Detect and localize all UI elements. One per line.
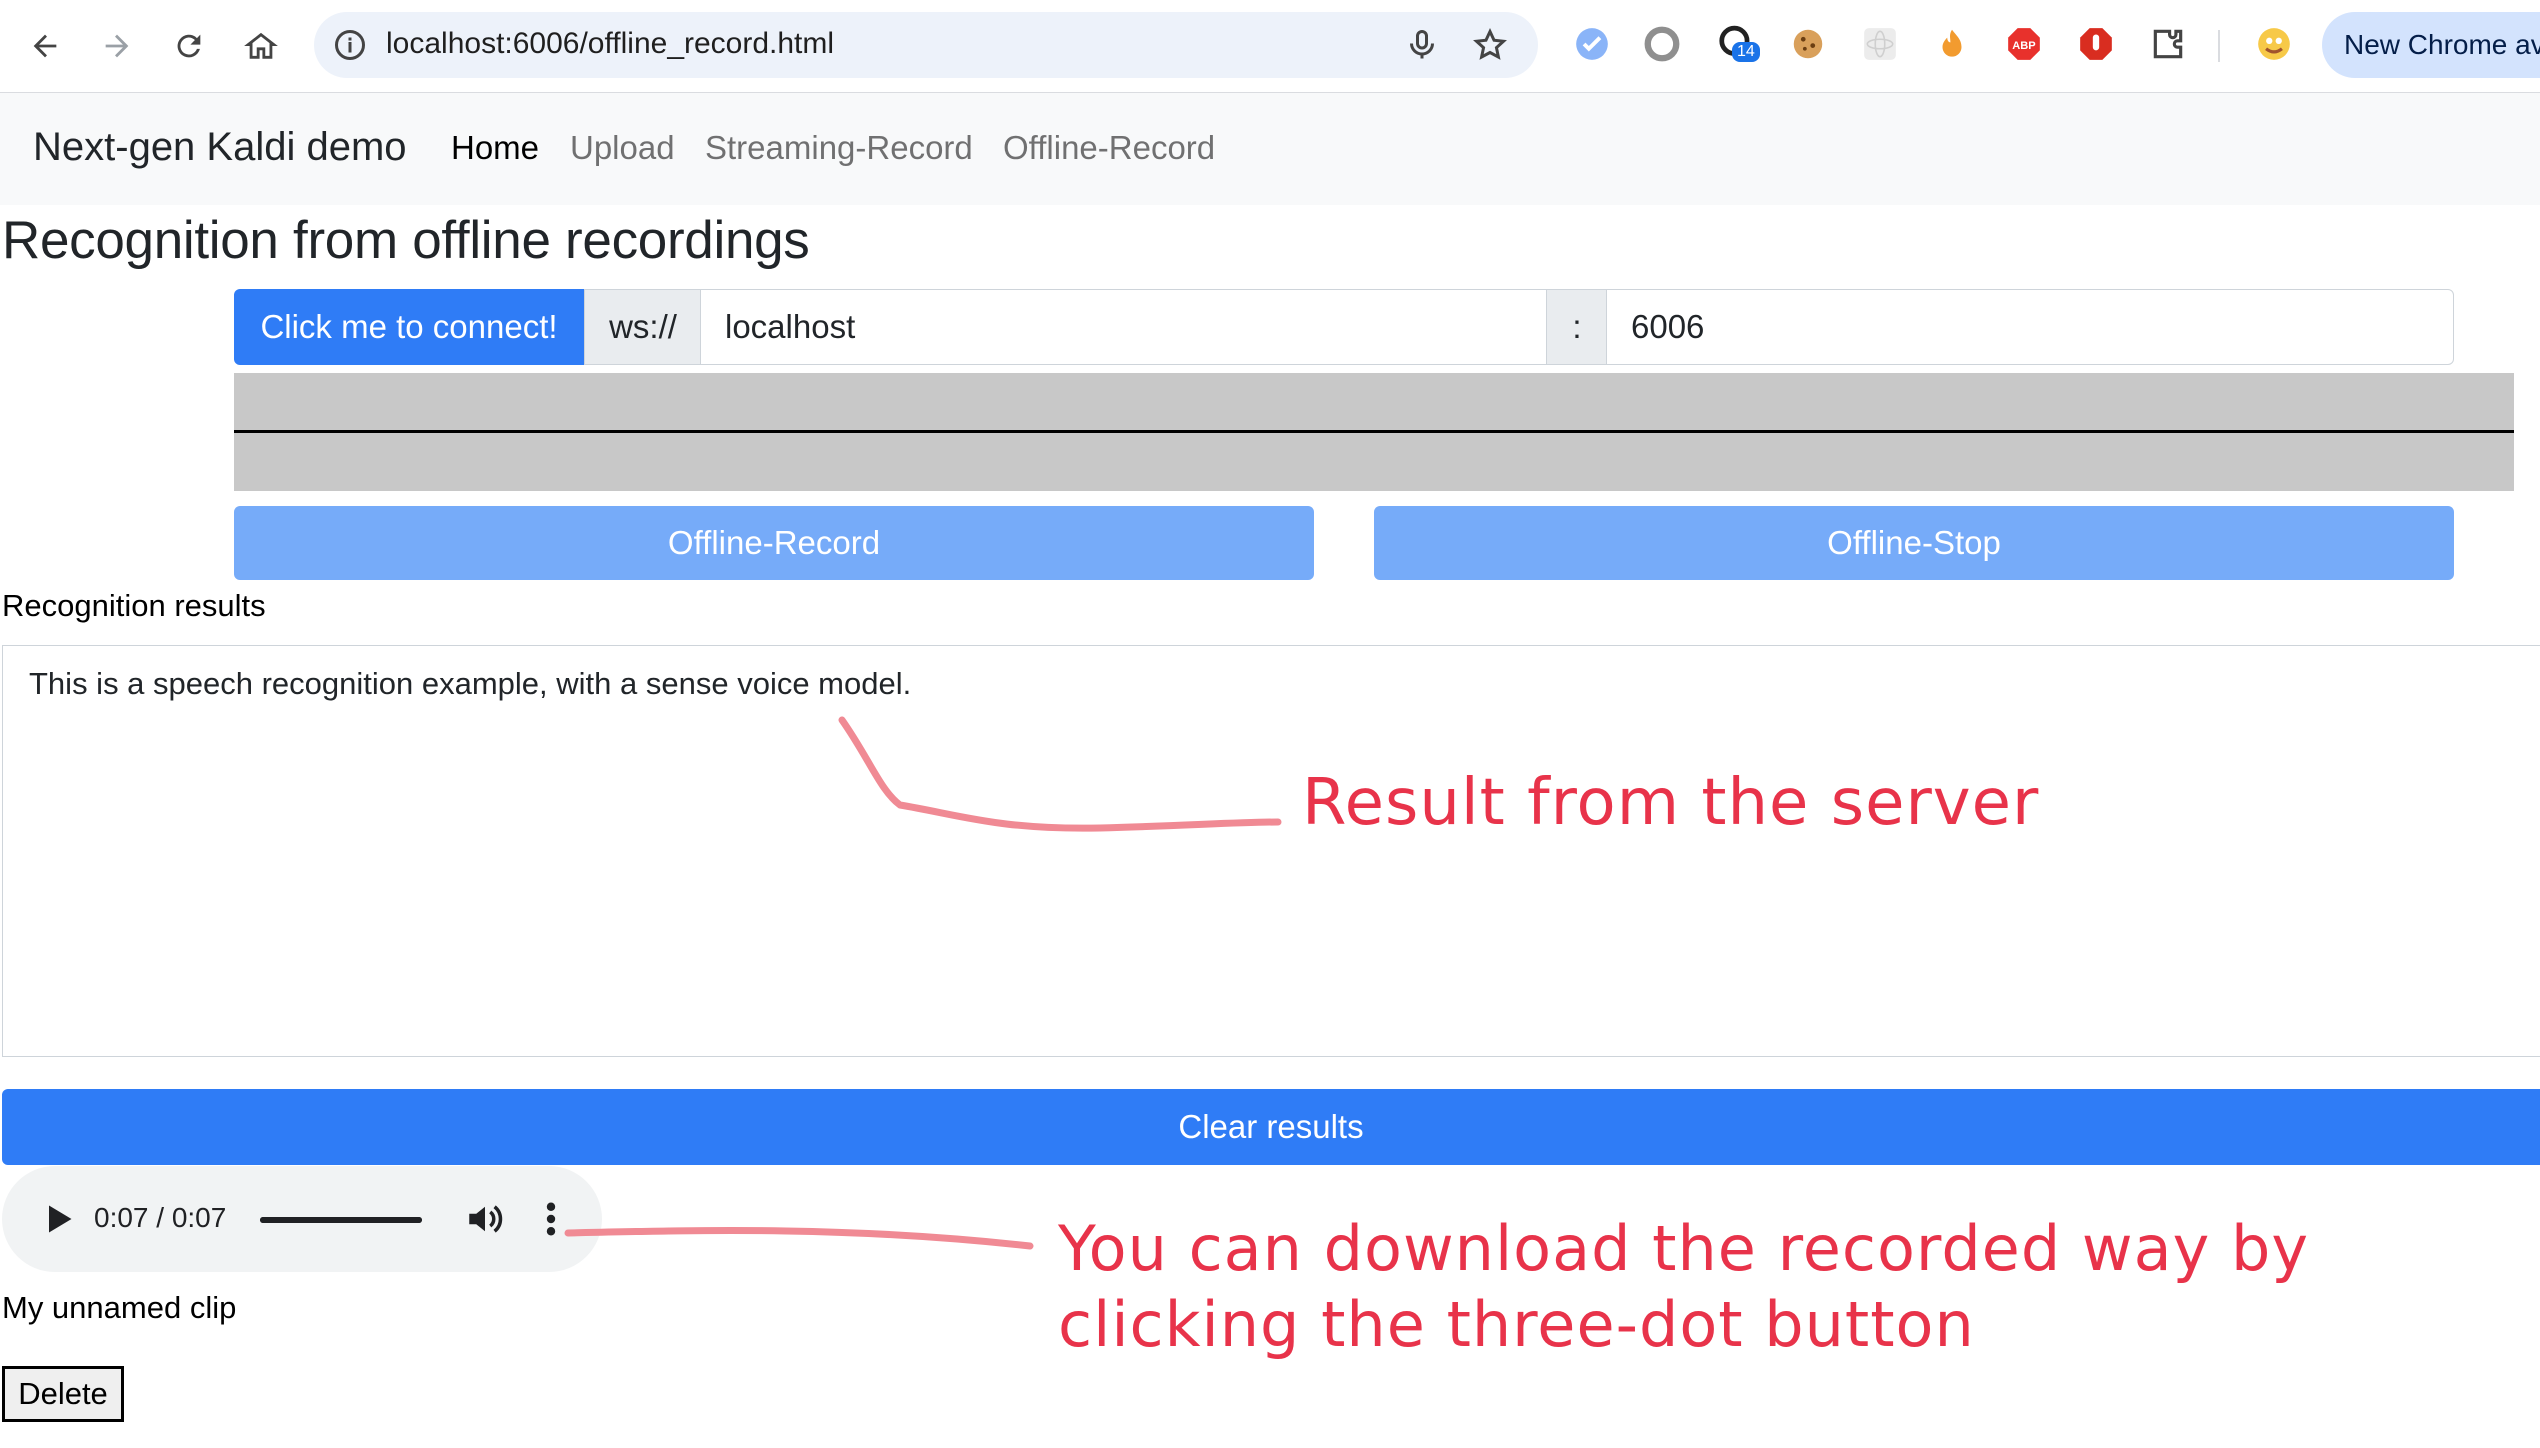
nav-link-offline-record[interactable]: Offline-Record [1003,129,1215,167]
audio-visualizer [234,373,2514,491]
cookie-icon[interactable] [1786,22,1830,66]
nav-link-upload[interactable]: Upload [570,129,675,167]
extension-circle-icon[interactable] [1640,22,1684,66]
fire-extension-icon[interactable] [1930,22,1974,66]
waveform-line [234,430,2514,433]
results-text: This is a speech recognition example, wi… [29,666,912,701]
site-navbar: Next-gen Kaldi demo Home Upload Streamin… [0,93,2540,205]
info-icon[interactable] [332,27,368,63]
new-chrome-available-button[interactable]: New Chrome ava [2322,12,2540,78]
url-text: localhost:6006/offline_record.html [386,27,835,60]
port-input-value: 6006 [1631,308,1705,345]
annotation-server-result: Result from the server [1302,766,2040,840]
port-separator-label: : [1546,289,1608,365]
annotation-download-line1: You can download the recorded way by [1058,1212,2310,1285]
react-devtools-icon[interactable] [1858,22,1902,66]
arrow-left-icon [33,34,57,58]
clear-results-button[interactable]: Clear results [2,1089,2540,1165]
results-textarea[interactable]: This is a speech recognition example, wi… [2,645,2540,1057]
navbar-brand[interactable]: Next-gen Kaldi demo [33,125,407,170]
extension-badge-count: 14 [1732,42,1760,62]
offline-record-button[interactable]: Offline-Record [234,506,1314,580]
host-input[interactable]: localhost [700,289,1548,365]
annotation-download-line2: clicking the three-dot button [1058,1288,1975,1361]
annotation-arrow-download [564,1227,1034,1250]
abp-label: ABP [2012,40,2036,52]
port-input[interactable]: 6006 [1606,289,2454,365]
ws-scheme-label: ws:// [584,289,702,365]
host-input-value: localhost [725,308,856,345]
new-chrome-label: New Chrome ava [2344,29,2540,60]
bookmark-star-icon[interactable] [1472,27,1508,63]
audio-progress-bar[interactable] [260,1217,422,1223]
results-label: Recognition results [2,588,266,623]
forward-button[interactable] [88,17,146,75]
address-bar[interactable]: localhost:6006/offline_record.html [314,12,1538,78]
adblock-hand-icon[interactable] [2074,22,2118,66]
nav-link-home[interactable]: Home [451,129,539,167]
microphone-icon[interactable] [1404,27,1440,63]
toolbar-divider [2218,30,2220,62]
audio-player[interactable]: 0:07 / 0:07 [2,1166,602,1272]
profile-avatar[interactable] [2252,22,2296,66]
arrow-right-icon [105,34,129,58]
offline-stop-button[interactable]: Offline-Stop [1374,506,2454,580]
extensions-puzzle-icon[interactable] [2146,22,2190,66]
nav-link-streaming-record[interactable]: Streaming-Record [705,129,973,167]
browser-toolbar: localhost:6006/offline_record.html 14 AB… [0,0,2540,93]
volume-icon[interactable] [464,1198,506,1240]
extension-checkmark-icon[interactable] [1570,22,1614,66]
page-title: Recognition from offline recordings [2,211,810,270]
extension-badge-icon[interactable]: 14 [1714,22,1760,66]
back-button[interactable] [16,17,74,75]
delete-clip-button[interactable]: Delete [2,1366,124,1422]
clip-name: My unnamed clip [2,1290,237,1325]
play-icon[interactable] [40,1201,76,1237]
more-options-icon[interactable] [536,1198,566,1240]
connect-button[interactable]: Click me to connect! [234,289,584,365]
reload-button[interactable] [160,17,218,75]
home-icon [244,32,278,59]
audio-time: 0:07 / 0:07 [94,1202,227,1233]
reload-icon [177,34,201,58]
audio-progress-fill [260,1217,422,1223]
adblock-plus-icon[interactable]: ABP [2002,22,2046,66]
home-button[interactable] [232,17,290,75]
